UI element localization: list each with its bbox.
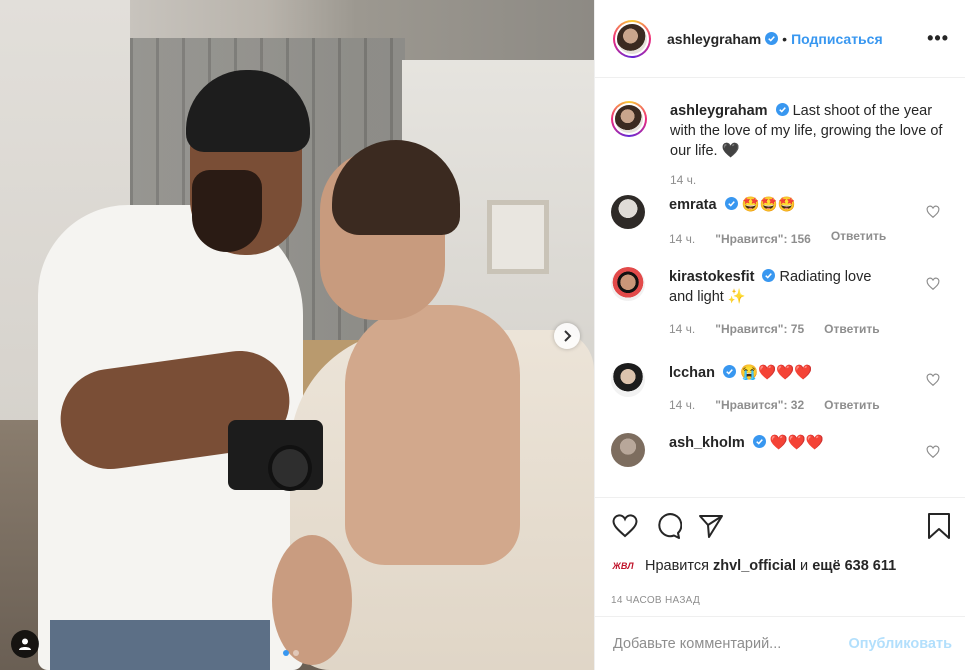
comment-text: 🤩🤩🤩 xyxy=(741,197,796,213)
comment-avatar[interactable] xyxy=(611,195,645,229)
paper-plane-icon[interactable] xyxy=(697,512,725,540)
post-header: ashleygraham • Подписаться ••• xyxy=(595,0,965,78)
comment-username[interactable]: kirastokesfit xyxy=(669,269,754,285)
comment-heart-icon[interactable] xyxy=(926,445,940,459)
reply-button[interactable]: Ответить xyxy=(824,319,879,339)
comment-text: ❤️❤️❤️ xyxy=(769,435,824,451)
comment-time[interactable]: 14 ч. xyxy=(669,395,695,415)
verified-icon xyxy=(775,103,789,116)
verified-icon xyxy=(762,269,776,282)
comment-heart-icon[interactable] xyxy=(926,277,940,291)
man-beard xyxy=(192,170,262,252)
more-options-icon[interactable]: ••• xyxy=(927,28,949,49)
comment-heart-icon[interactable] xyxy=(926,205,940,219)
carousel-dots xyxy=(283,650,299,656)
post-sidebar: ashleygraham • Подписаться ••• ashleygra… xyxy=(594,0,965,670)
comment-item: lcchan 😭❤️❤️❤️ 14 ч. "Нравится": 32 Отве… xyxy=(611,363,950,415)
follow-button[interactable]: Подписаться xyxy=(791,31,883,47)
likes-middle: и xyxy=(800,558,809,574)
comment-icon[interactable] xyxy=(654,512,682,540)
verified-icon xyxy=(765,32,779,45)
comment-avatar[interactable] xyxy=(611,433,645,467)
avatar[interactable] xyxy=(613,19,651,58)
woman-figure xyxy=(345,305,520,565)
woman-belly xyxy=(272,535,352,665)
comment-item: kirastokesfit Radiating love and light ✨… xyxy=(611,267,950,339)
caption-username[interactable]: ashleygraham xyxy=(670,103,768,119)
comment-avatar[interactable] xyxy=(611,267,645,301)
carousel-dot-2 xyxy=(293,650,299,656)
chevron-right-icon[interactable] xyxy=(554,323,580,349)
likes-summary: ЖВЛ Нравится zhvl_official и ещё 638 611 xyxy=(611,554,950,578)
comment-text: 😭❤️❤️❤️ xyxy=(740,365,813,381)
user-tag-icon[interactable] xyxy=(11,630,39,658)
comment-likes[interactable]: "Нравится": 32 xyxy=(715,395,804,415)
comment-item: ash_kholm ❤️❤️❤️ xyxy=(611,433,950,467)
likes-count[interactable]: ещё 638 611 xyxy=(812,558,896,574)
carousel-dot-1 xyxy=(283,650,289,656)
post-caption: ashleygraham Last shoot of the year with… xyxy=(611,101,950,161)
comment-heart-icon[interactable] xyxy=(926,373,940,387)
comment-likes[interactable]: "Нравится": 156 xyxy=(715,229,811,249)
add-comment-bar: Добавьте комментарий... Опубликовать xyxy=(595,616,965,670)
instagram-post-view: ashleygraham • Подписаться ••• ashleygra… xyxy=(0,0,965,670)
likes-prefix: Нравится xyxy=(645,558,709,574)
photo-frame xyxy=(487,200,549,274)
header-separator: • xyxy=(782,30,788,47)
comment-likes[interactable]: "Нравится": 75 xyxy=(715,319,804,339)
comment-item: emrata 🤩🤩🤩 14 ч. "Нравится": 156 Ответит… xyxy=(611,195,950,249)
camera-lens xyxy=(268,445,312,491)
comment-username[interactable]: emrata xyxy=(669,197,717,213)
liker-avatar[interactable]: ЖВЛ xyxy=(611,554,635,578)
comment-avatar[interactable] xyxy=(611,363,645,397)
reply-button[interactable]: Ответить xyxy=(824,395,879,415)
verified-icon xyxy=(722,365,736,378)
liker-username[interactable]: zhvl_official xyxy=(713,558,796,574)
comments-list[interactable]: ashleygraham Last shoot of the year with… xyxy=(595,79,965,495)
header-username[interactable]: ashleygraham xyxy=(667,31,761,47)
caption-time: 14 ч. xyxy=(670,173,697,187)
comment-time[interactable]: 14 ч. xyxy=(669,229,695,249)
heart-icon[interactable] xyxy=(611,512,639,540)
caption-avatar[interactable] xyxy=(611,101,647,137)
post-timestamp[interactable]: 14 ЧАСОВ НАЗАД xyxy=(611,595,950,606)
post-actions: ЖВЛ Нравится zhvl_official и ещё 638 611… xyxy=(595,497,965,606)
comment-username[interactable]: ash_kholm xyxy=(669,435,745,451)
verified-icon xyxy=(724,197,738,210)
comment-username[interactable]: lcchan xyxy=(669,365,715,381)
comment-time[interactable]: 14 ч. xyxy=(669,319,695,339)
man-jeans xyxy=(50,620,270,670)
verified-icon xyxy=(752,435,766,448)
reply-button[interactable]: Ответить xyxy=(831,226,886,249)
bookmark-icon[interactable] xyxy=(926,512,952,540)
post-photo[interactable] xyxy=(0,0,594,670)
post-comment-button[interactable]: Опубликовать xyxy=(848,636,952,652)
comment-input[interactable]: Добавьте комментарий... xyxy=(613,636,781,652)
